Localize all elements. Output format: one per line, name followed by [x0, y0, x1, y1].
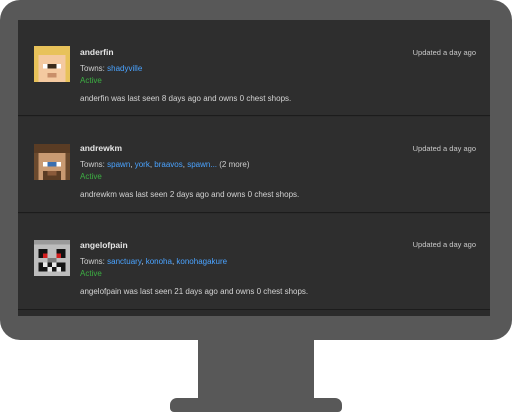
town-link[interactable]: konoha: [146, 257, 172, 266]
towns-line: Towns: spawn, york, braavos, spawn... (2…: [80, 160, 250, 169]
monitor-frame: anderfin Towns: shadyville Active anderf…: [0, 0, 512, 412]
towns-line: Towns: sanctuary, konoha, konohagakure: [80, 257, 228, 266]
blonde-skin-avatar-icon[interactable]: [34, 46, 70, 82]
player-card: angelofpain Towns: sanctuary, konoha, ko…: [18, 214, 490, 310]
player-info: andrewkm Towns: spawn, york, braavos, sp…: [80, 143, 299, 199]
player-card: anderfin Towns: shadyville Active anderf…: [18, 20, 490, 116]
player-info: angelofpain Towns: sanctuary, konoha, ko…: [80, 240, 308, 296]
player-description: andrewkm was last seen 2 days ago and ow…: [80, 190, 300, 199]
updated-timestamp: Updated a day ago: [412, 144, 476, 153]
updated-timestamp: Updated a day ago: [412, 48, 476, 57]
towns-label: Towns:: [80, 257, 105, 266]
town-link[interactable]: york: [135, 160, 150, 169]
towns-label: Towns:: [80, 64, 105, 73]
skull-skin-avatar-icon[interactable]: [34, 240, 70, 276]
updated-timestamp: Updated a day ago: [412, 240, 476, 249]
player-card: andrewkm Towns: spawn, york, braavos, sp…: [18, 117, 490, 213]
more-towns-count: (2 more): [219, 160, 250, 169]
player-list-screen: anderfin Towns: shadyville Active anderf…: [18, 20, 490, 316]
status-active: Active: [80, 172, 102, 181]
town-link[interactable]: konohagakure: [176, 257, 227, 266]
player-name[interactable]: anderfin: [80, 47, 291, 57]
town-link[interactable]: shadyville: [107, 64, 142, 73]
towns-label: Towns:: [80, 160, 105, 169]
towns-line: Towns: shadyville: [80, 64, 291, 73]
town-link[interactable]: spawn...: [187, 160, 217, 169]
monitor-stand-neck: [198, 338, 314, 402]
player-description: angelofpain was last seen 21 days ago an…: [80, 287, 309, 296]
player-name[interactable]: andrewkm: [80, 143, 299, 153]
town-link[interactable]: braavos: [154, 160, 182, 169]
player-info: anderfin Towns: shadyville Active anderf…: [80, 47, 291, 103]
brown-hair-skin-avatar-icon[interactable]: [34, 144, 70, 180]
town-link[interactable]: sanctuary: [107, 257, 141, 266]
town-link[interactable]: spawn: [107, 160, 130, 169]
status-active: Active: [80, 76, 102, 85]
player-description: anderfin was last seen 8 days ago and ow…: [80, 94, 292, 103]
player-name[interactable]: angelofpain: [80, 240, 308, 250]
monitor-stand-foot: [170, 398, 342, 412]
status-active: Active: [80, 269, 102, 278]
